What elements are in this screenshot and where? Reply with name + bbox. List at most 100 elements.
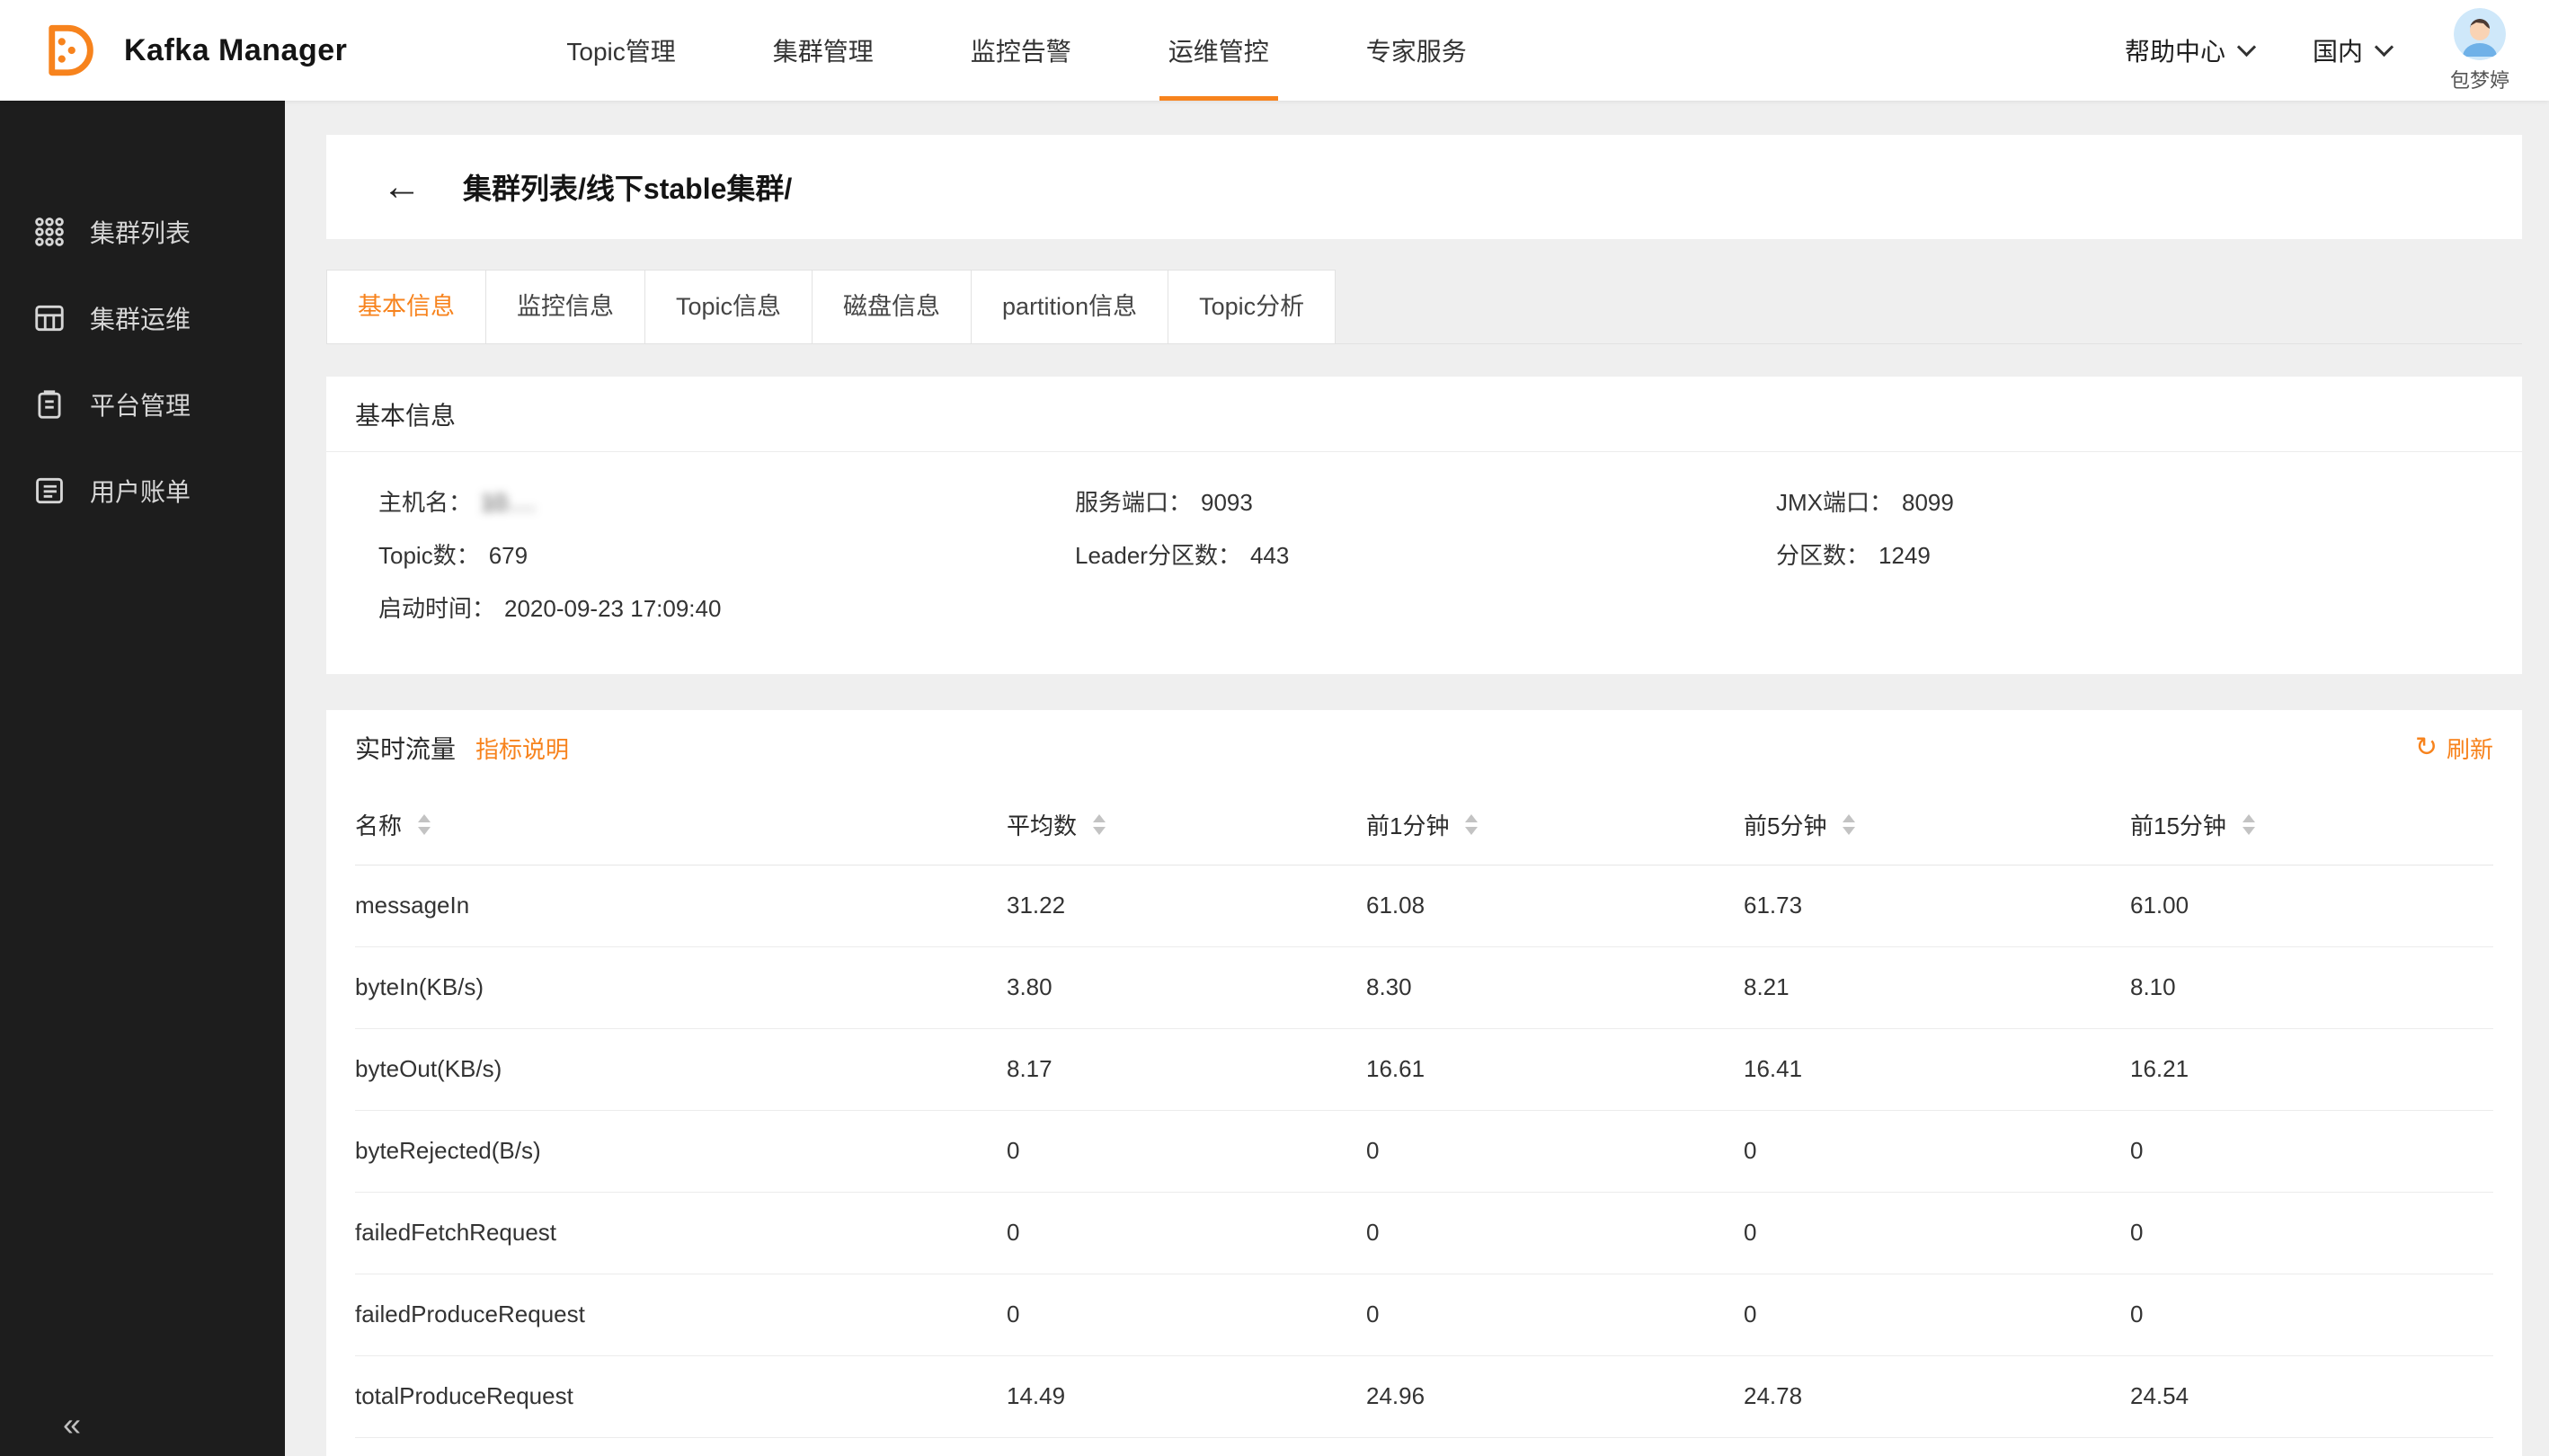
user-bill-icon [32, 474, 67, 508]
refresh-button[interactable]: ↻ 刷新 [2415, 732, 2493, 765]
sort-icon[interactable] [2243, 814, 2255, 835]
metric-value-cell: 0 [1744, 1274, 2130, 1355]
sort-icon[interactable] [1093, 814, 1106, 835]
basic-info-card: 基本信息 主机名：10.…服务端口：9093JMX端口：8099Topic数：6… [326, 377, 2522, 674]
sort-icon[interactable] [418, 814, 431, 835]
metric-doc-link[interactable]: 指标说明 [475, 732, 569, 765]
metric-value-cell: 0 [1366, 1110, 1744, 1192]
metric-value-cell: 0 [1007, 1110, 1366, 1192]
metric-value-cell: 61.73 [1744, 865, 2130, 946]
metric-value-cell: 14.49 [1007, 1355, 1366, 1437]
metric-value-cell: 16.61 [1366, 1028, 1744, 1110]
metric-name-cell: totalProduceRequest [355, 1355, 1007, 1437]
info-label: Topic数： [378, 542, 480, 569]
tab-bar: 基本信息监控信息Topic信息磁盘信息partition信息Topic分析 [326, 270, 2522, 344]
navbar-right: 帮助中心 国内 包梦婷 [2125, 8, 2509, 93]
refresh-label: 刷新 [2447, 732, 2493, 765]
cluster-list-icon [32, 215, 67, 249]
metric-name-cell: byteOut(KB/s) [355, 1028, 1007, 1110]
column-header: 前15分钟 [2130, 786, 2493, 865]
nav-item-ops-control[interactable]: 运维管控 [1120, 0, 1318, 101]
metric-name-cell: messageIn [355, 865, 1007, 946]
sort-icon[interactable] [1843, 814, 1855, 835]
metric-value-cell: 0 [1366, 1192, 1744, 1274]
metric-value-cell: 31.22 [1007, 865, 1366, 946]
metric-value-cell: 0 [1007, 1274, 1366, 1355]
user-menu[interactable]: 包梦婷 [2450, 8, 2509, 93]
info-value: 9093 [1201, 489, 1253, 516]
column-label: 平均数 [1007, 808, 1077, 841]
nav-item-expert-service[interactable]: 专家服务 [1318, 0, 1515, 101]
avatar[interactable] [2454, 8, 2506, 60]
info-field: 服务端口： 9093 [1075, 479, 1776, 527]
info-value: 443 [1250, 542, 1289, 569]
collapse-sidebar-button[interactable]: « [0, 1406, 144, 1443]
info-field: Leader分区数：443 [1075, 532, 1776, 580]
main-content: ← 集群列表/线下stable集群/ 基本信息监控信息Topic信息磁盘信息pa… [285, 101, 2549, 1456]
metric-value-cell: 0 [1744, 1192, 2130, 1274]
tab-disk-info[interactable]: 磁盘信息 [812, 270, 972, 343]
sidebar-item-label: 集群运维 [90, 300, 191, 336]
metric-value-cell: 24.54 [2130, 1355, 2493, 1437]
help-center-menu[interactable]: 帮助中心 [2125, 32, 2253, 68]
metric-value-cell: 0 [1744, 1110, 2130, 1192]
sidebar-item-label: 平台管理 [90, 386, 191, 422]
app-logo-icon[interactable] [40, 21, 99, 80]
column-header: 前5分钟 [1744, 786, 2130, 865]
tab-topic-analysis[interactable]: Topic分析 [1168, 270, 1336, 343]
sidebar: 集群列表集群运维平台管理用户账单 « [0, 101, 285, 1456]
app-title: Kafka Manager [124, 33, 347, 68]
breadcrumb-card: ← 集群列表/线下stable集群/ [326, 135, 2522, 239]
username-label: 包梦婷 [2450, 65, 2509, 93]
column-header: 前1分钟 [1366, 786, 1744, 865]
metric-value-cell: 24.78 [1744, 1355, 2130, 1437]
info-value: 1249 [1878, 542, 1931, 569]
region-menu[interactable]: 国内 [2313, 32, 2391, 68]
table-row: totalProduceRequest14.4924.9624.7824.54 [355, 1355, 2493, 1437]
metric-value-cell: 61.08 [1366, 865, 1744, 946]
table-row: failedProduceRequest0000 [355, 1274, 2493, 1355]
info-label: 启动时间： [378, 595, 495, 622]
metric-name-cell: failedProduceRequest [355, 1274, 1007, 1355]
back-button[interactable]: ← [382, 167, 422, 207]
info-label: 主机名： [378, 489, 472, 516]
sidebar-item-platform-admin[interactable]: 平台管理 [0, 361, 285, 448]
sidebar-item-label: 集群列表 [90, 214, 191, 250]
info-label: 服务端口： [1075, 489, 1192, 516]
metric-value-cell: 0 [2130, 1110, 2493, 1192]
nav-item-cluster-manage[interactable]: 集群管理 [724, 0, 922, 101]
realtime-traffic-card: 实时流量 指标说明 ↻ 刷新 名称 平均数 前1分钟 前5分钟前15分钟 messag… [326, 710, 2522, 1456]
nav-item-monitor-alert[interactable]: 监控告警 [922, 0, 1120, 101]
metric-name-cell: failedFetchRequest [355, 1192, 1007, 1274]
tab-monitor-info[interactable]: 监控信息 [485, 270, 645, 343]
info-field: 启动时间：2020-09-23 17:09:40 [378, 585, 1075, 633]
metric-value-cell: 8.17 [1007, 1028, 1366, 1110]
metric-value-cell: 0 [2130, 1274, 2493, 1355]
sidebar-item-cluster-list[interactable]: 集群列表 [0, 189, 285, 275]
realtime-traffic-header: 实时流量 指标说明 ↻ 刷新 [326, 710, 2522, 786]
info-label: 分区数： [1776, 542, 1870, 569]
metric-value-cell: 24.96 [1366, 1355, 1744, 1437]
basic-info-grid: 主机名：10.…服务端口：9093JMX端口：8099Topic数：679Lea… [326, 452, 2522, 674]
sort-icon[interactable] [1465, 814, 1478, 835]
column-label: 名称 [355, 808, 402, 841]
metric-value-cell: 0 [1366, 1274, 1744, 1355]
navbar-menu: Topic管理集群管理监控告警运维管控专家服务 [518, 0, 1514, 101]
platform-admin-icon [32, 387, 67, 422]
metrics-table-body: messageIn31.2261.0861.7361.00byteIn(KB/s… [355, 865, 2493, 1456]
sidebar-item-cluster-ops[interactable]: 集群运维 [0, 275, 285, 361]
column-header: 名称 [355, 786, 1007, 865]
info-field: 主机名：10.… [378, 479, 1075, 527]
metric-value-cell: 8.10 [2130, 946, 2493, 1028]
table-row: byteIn(KB/s)3.808.308.218.10 [355, 946, 2493, 1028]
sidebar-item-user-bill[interactable]: 用户账单 [0, 448, 285, 534]
page-title: 集群列表/线下stable集群/ [463, 166, 792, 208]
column-label: 前15分钟 [2130, 808, 2226, 841]
tab-topic-info[interactable]: Topic信息 [644, 270, 813, 343]
column-label: 前1分钟 [1366, 808, 1449, 841]
tab-basic-info[interactable]: 基本信息 [326, 270, 486, 343]
tab-partition-info[interactable]: partition信息 [971, 270, 1168, 343]
chevron-down-icon [2375, 37, 2394, 56]
info-field: JMX端口：8099 [1776, 479, 2522, 527]
nav-item-topic-manage[interactable]: Topic管理 [518, 0, 724, 101]
